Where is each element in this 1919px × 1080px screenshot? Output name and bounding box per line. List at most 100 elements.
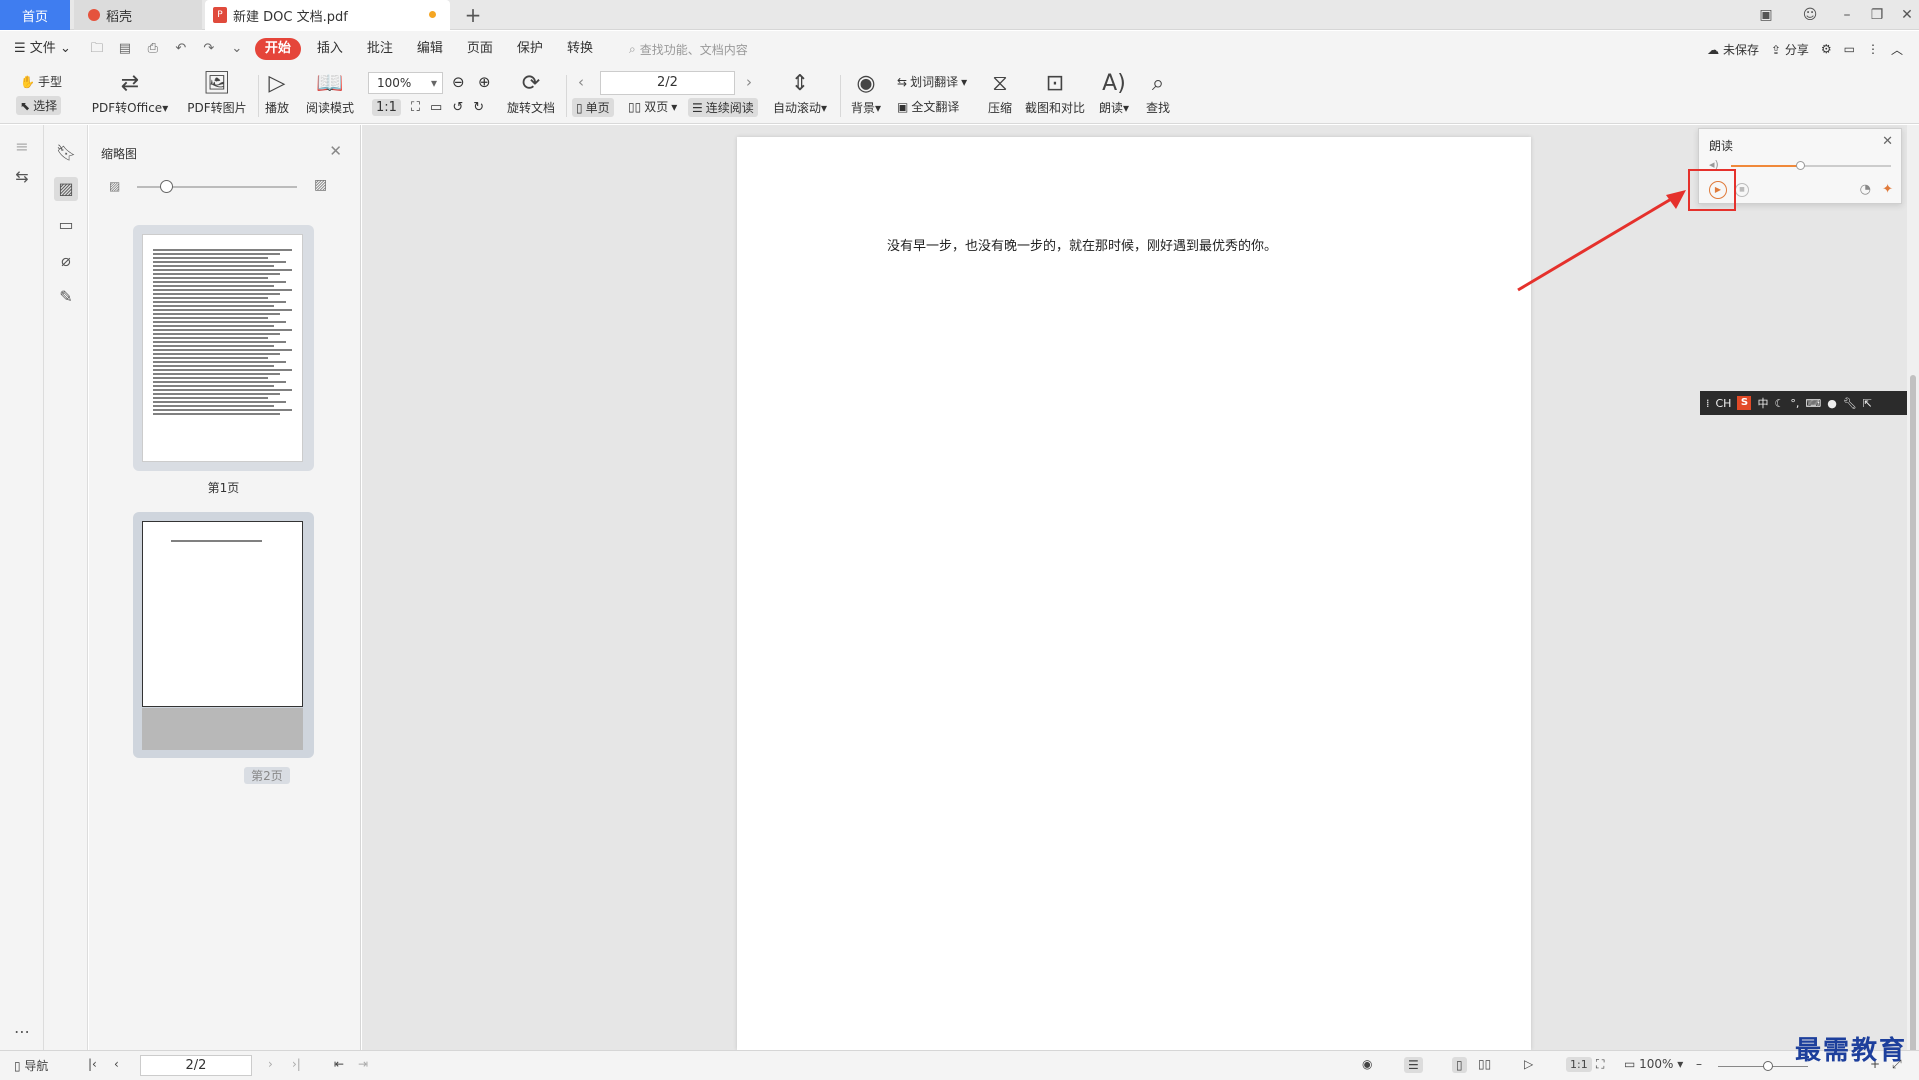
menu-annotate[interactable]: 批注	[355, 38, 405, 60]
slider-knob[interactable]	[160, 180, 173, 193]
read-aloud-button[interactable]: A) 朗读▾	[1096, 71, 1132, 116]
rotate-doc-button[interactable]: ⟳ 旋转文档	[503, 71, 559, 116]
status-page-input[interactable]: 2/2	[140, 1055, 252, 1076]
voice-settings-icon[interactable]: ✦	[1882, 182, 1893, 197]
tab-home[interactable]: 首页	[0, 0, 70, 30]
moon-icon[interactable]: ☾	[1774, 397, 1784, 410]
document-page[interactable]: 没有早一步，也没有晚一步的，就在那时候，刚好遇到最优秀的你。	[737, 137, 1531, 1050]
prev-page-icon[interactable]: ‹	[578, 73, 584, 91]
navigation-button[interactable]: ▯ 导航	[14, 1057, 48, 1074]
cloud-save-button[interactable]: ☁ 未保存	[1707, 41, 1759, 58]
volume-slider[interactable]	[1731, 161, 1891, 170]
menu-protect[interactable]: 保护	[505, 38, 555, 60]
tab-document[interactable]: P 新建 DOC 文档.pdf	[205, 0, 450, 30]
menu-start[interactable]: 开始	[254, 38, 301, 60]
convert-icon[interactable]: ⇆	[10, 165, 34, 189]
minimize-button[interactable]: –	[1830, 0, 1864, 30]
background-button[interactable]: ◉ 背景▾	[848, 71, 884, 116]
zoom-out-icon[interactable]: –	[1696, 1057, 1702, 1071]
full-translate-button[interactable]: ▣ 全文翻译	[897, 98, 959, 115]
zoom-select[interactable]: ▭ 100% ▾	[1624, 1057, 1683, 1071]
close-window-button[interactable]: ✕	[1890, 0, 1919, 30]
compress-button[interactable]: ⧖ 压缩	[985, 71, 1015, 116]
avatar[interactable]: ☺	[1793, 0, 1827, 30]
menu-insert[interactable]: 插入	[305, 38, 355, 60]
comment-icon[interactable]: ▭	[54, 213, 78, 237]
expand-icon[interactable]: ⇱	[1863, 397, 1872, 410]
thumbnail-page-2[interactable]	[133, 512, 314, 758]
scrollbar-thumb[interactable]	[1910, 375, 1916, 1065]
prev-page-icon[interactable]: ‹	[114, 1057, 119, 1071]
play-button[interactable]: ▷ 播放	[262, 71, 292, 116]
settings-icon[interactable]: ⚙	[1821, 42, 1832, 56]
share-button[interactable]: ⇪ 分享	[1771, 41, 1809, 58]
back-icon[interactable]: ⇤	[334, 1057, 344, 1071]
fit-page-icon[interactable]: ⛶	[1596, 1057, 1604, 1072]
workspace-icon[interactable]: ▣	[1749, 0, 1783, 30]
menu-lines-icon[interactable]: ≡	[10, 135, 34, 159]
open-folder-icon[interactable]: 🗀	[89, 41, 105, 57]
word-translate-button[interactable]: ⇆ 划词翻译 ▾	[897, 73, 967, 90]
punctuation-icon[interactable]: °,	[1790, 397, 1799, 410]
play-icon[interactable]: ▷	[1524, 1057, 1533, 1071]
thumbnail-size-slider[interactable]	[137, 180, 297, 193]
actual-size-icon[interactable]: 1:1	[372, 99, 401, 116]
zoom-out-icon[interactable]: ⊖	[452, 73, 465, 91]
continuous-icon[interactable]: ☰	[1404, 1057, 1423, 1073]
menu-edit[interactable]: 编辑	[405, 38, 455, 60]
small-image-icon[interactable]: ▨	[109, 179, 120, 193]
single-page-button[interactable]: ▯ 单页	[572, 98, 614, 117]
zoom-select[interactable]: 100%	[368, 72, 443, 94]
speed-icon[interactable]: ◔	[1860, 182, 1871, 197]
user-icon[interactable]: ●	[1827, 397, 1837, 410]
double-page-icon[interactable]: ▯▯	[1478, 1057, 1491, 1071]
customize-dropdown-icon[interactable]: ⌄	[229, 41, 245, 57]
more-icon[interactable]: ⋯	[10, 1020, 34, 1044]
restore-button[interactable]: ❐	[1860, 0, 1894, 30]
new-tab-button[interactable]: +	[460, 2, 486, 28]
search-input[interactable]: ⌕ 查找功能、文档内容	[629, 41, 748, 58]
ime-lang-label[interactable]: CH	[1716, 397, 1732, 410]
large-image-icon[interactable]: ▨	[314, 177, 327, 193]
next-page-icon[interactable]: ›	[268, 1057, 273, 1071]
close-icon[interactable]: ✕	[329, 142, 342, 160]
signature-icon[interactable]: ✎	[54, 285, 78, 309]
forward-icon[interactable]: ⇥	[358, 1057, 368, 1071]
thumbnail-page-1[interactable]	[133, 225, 314, 471]
double-page-button[interactable]: ▯▯ 双页 ▾	[628, 98, 677, 115]
fit-page-icon[interactable]: ⛶	[411, 100, 420, 115]
menu-page[interactable]: 页面	[455, 38, 505, 60]
print-icon[interactable]: ⎙	[145, 41, 161, 57]
ime-mode-label[interactable]: 中	[1757, 395, 1768, 411]
collapse-ribbon-icon[interactable]: ︿	[1891, 41, 1903, 58]
thumbnail-icon[interactable]: ▨	[54, 177, 78, 201]
eye-icon[interactable]: ◉	[1362, 1057, 1372, 1071]
undo-icon[interactable]: ↶	[173, 41, 189, 57]
stop-icon[interactable]: ■	[1735, 183, 1749, 197]
fit-width-icon[interactable]: ▭	[430, 100, 442, 115]
redo-icon[interactable]: ↷	[201, 41, 217, 57]
bookmark-icon[interactable]: 🔖︎	[54, 141, 78, 165]
read-mode-button[interactable]: 📖 阅读模式	[302, 71, 358, 116]
page-number-input[interactable]: 2/2	[600, 71, 735, 95]
tab-daoke[interactable]: 稻壳	[74, 0, 202, 30]
file-menu[interactable]: ☰ 文件 ⌄	[0, 38, 83, 60]
find-button[interactable]: ⌕ 查找	[1143, 71, 1173, 116]
last-page-icon[interactable]: ›|	[292, 1057, 301, 1071]
pdf-to-image-button[interactable]: 🖼 PDF转图片	[183, 71, 251, 116]
hand-tool-button[interactable]: ✋ 手型	[20, 73, 62, 90]
vertical-scrollbar[interactable]	[1907, 125, 1919, 1065]
comment-icon[interactable]: ▭	[1844, 42, 1855, 56]
continuous-read-button[interactable]: ☰ 连续阅读	[688, 98, 758, 117]
menu-convert[interactable]: 转换	[555, 38, 605, 60]
actual-size-icon[interactable]: 1:1	[1566, 1057, 1592, 1072]
more-icon[interactable]: ⋮	[1867, 42, 1879, 56]
single-page-icon[interactable]: ▯	[1452, 1057, 1467, 1073]
next-page-icon[interactable]: ›	[746, 73, 752, 91]
select-tool-button[interactable]: ⬉ 选择	[16, 96, 62, 115]
save-icon[interactable]: ▤	[117, 41, 133, 57]
volume-knob[interactable]	[1795, 161, 1805, 170]
zoom-in-icon[interactable]: ⊕	[478, 73, 491, 91]
first-page-icon[interactable]: |‹	[88, 1057, 97, 1071]
attachment-icon[interactable]: ⌀	[54, 249, 78, 273]
